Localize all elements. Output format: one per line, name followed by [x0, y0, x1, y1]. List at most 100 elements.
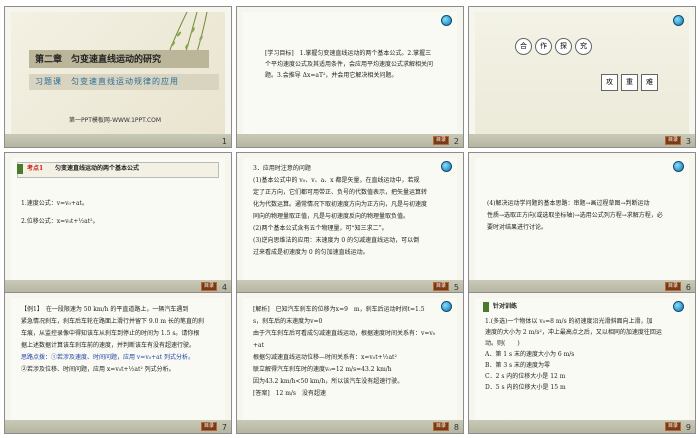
- text-line: 性质→选取正方向(或选取坐标轴)→选用公式列方程→求解方程，必: [487, 212, 663, 219]
- slide-thumbnail-9[interactable]: 针对训练 1.(多选)一个物体以 v₀=8 m/s 的初速度沿光滑斜面向上滑，加…: [468, 292, 696, 434]
- learning-objectives: [学习目标] 1.掌握匀变速直线运动的两个基本公式。2.掌握三 个平均速度公式及…: [265, 48, 455, 81]
- nav-dot-icon[interactable]: [441, 15, 452, 26]
- slide-footer: 1: [5, 134, 231, 147]
- title-char: 探: [555, 38, 572, 55]
- text-line: 同向的物理量取正值，凡是与初速度反向的物理量取负值。: [253, 213, 410, 220]
- practice-question: 1.(多选)一个物体以 v₀=8 m/s 的初速度沿光滑斜面向上滑，加 速度的大…: [485, 316, 683, 393]
- text-line: 要时对结果进行讨论。: [487, 224, 548, 231]
- text-line: 化为代数运算。通常情况下取初速度方向为正方向，凡是与初速度: [253, 201, 428, 208]
- slide-footer: 目录 3: [469, 134, 695, 147]
- text-line: ②若涉及位移、时间问题，应用 x=v₀t+½at² 列式分析。: [21, 366, 175, 373]
- topic-heading: 匀变速直线运动的两个基本公式: [55, 165, 140, 172]
- text-line: 动。则( ): [485, 340, 520, 347]
- option-d: D．5 s 内的位移大小是 15 m: [485, 384, 566, 391]
- title-char: 合: [515, 38, 532, 55]
- slide-footer: 目录 8: [237, 420, 463, 433]
- text-line: s，刹车后的末速度为v=0: [253, 318, 323, 325]
- slide-number: 3: [685, 137, 691, 146]
- nav-dot-icon[interactable]: [673, 161, 684, 172]
- slide-canvas: 合 作 探 究 攻 重 难: [475, 12, 689, 134]
- slide-canvas: 3．应用时注意的问题 (1)基本公式中的 v₀、v、a、x 都是矢量，在直线运动…: [243, 158, 457, 280]
- slide-canvas: 第二章 匀变速直线运动的研究 习题课 匀变速直线运动规律的应用 第一PPT模板网…: [11, 12, 225, 134]
- text-line: 因为43.2 km/h<50 km/h，所以该汽车没有超速行驶。: [253, 378, 404, 385]
- toc-button[interactable]: 目录: [664, 422, 681, 431]
- slide-thumbnail-8[interactable]: [解析] 已知汽车刹车的位移为x=9 m，刹车后运动时间t=1.5 s，刹车后的…: [236, 292, 464, 434]
- slide-canvas: 考点1 匀变速直线运动的两个基本公式 1.速度公式：v=v₀+at。 2.位移公…: [11, 158, 225, 280]
- slide-canvas: (4)解决运动学问题的基本思路：审题→画过程草图→判断运动 性质→选取正方向(或…: [475, 158, 689, 280]
- slide-thumbnail-6[interactable]: (4)解决运动学问题的基本思路：审题→画过程草图→判断运动 性质→选取正方向(或…: [468, 152, 696, 294]
- text-line: 定了正方向，它们都可用带正、负号的代数值表示，把矢量运算转: [253, 189, 428, 196]
- text-line: (2)两个基本公式含有五个物理量，可“知三求二”。: [253, 225, 388, 232]
- text-line: (3)逆向思维法的应用：末速度为 0 的匀减速直线运动，可以倒: [253, 237, 420, 244]
- text-line: [解析] 已知汽车刹车的位移为x=9 m，刹车后运动时间t=1.5: [253, 306, 425, 313]
- text-line: 1.(多选)一个物体以 v₀=8 m/s 的初速度沿光滑斜面向上滑，加: [485, 318, 653, 325]
- slide-canvas: 【例1】 在一段限速为 50 km/h 的平直道路上，一辆汽车遇到 紧急情况刹车…: [11, 298, 225, 420]
- slide-number: 8: [453, 423, 459, 432]
- slide-number: 4: [221, 283, 227, 292]
- text-line: 联立解得汽车刹车时的速度v₀=12 m/s=43.2 km/h: [253, 366, 392, 373]
- slide-number: 7: [221, 423, 227, 432]
- slide-thumbnail-5[interactable]: 3．应用时注意的问题 (1)基本公式中的 v₀、v、a、x 都是矢量，在直线运动…: [236, 152, 464, 294]
- answer-line: [答案] 12 m/s 没有超速: [253, 390, 327, 397]
- text-line: 据上述数据计算该车刹车前的速度，并判断该车有没有超速行驶。: [21, 342, 196, 349]
- example-block: 【例1】 在一段限速为 50 km/h 的平直道路上，一辆汽车遇到 紧急情况刹车…: [21, 304, 219, 376]
- title-char: 难: [641, 74, 658, 91]
- solution-block: [解析] 已知汽车刹车的位移为x=9 m，刹车后运动时间t=1.5 s，刹车后的…: [253, 304, 451, 400]
- slide-canvas: [学习目标] 1.掌握匀变速直线运动的两个基本公式。2.掌握三 个平均速度公式及…: [243, 12, 457, 134]
- slide-canvas: 针对训练 1.(多选)一个物体以 v₀=8 m/s 的初速度沿光滑斜面向上滑，加…: [475, 298, 689, 420]
- slide-thumbnail-4[interactable]: 考点1 匀变速直线运动的两个基本公式 1.速度公式：v=v₀+at。 2.位移公…: [4, 152, 232, 294]
- toc-button[interactable]: 目录: [432, 136, 449, 145]
- toc-button[interactable]: 目录: [664, 136, 681, 145]
- text-line: 紧急情况刹车，刹车后车轮在路面上滑行并留下 9.0 m 长的笔直的刹: [21, 318, 204, 325]
- slide-canvas: [解析] 已知汽车刹车的位移为x=9 m，刹车后运动时间t=1.5 s，刹车后的…: [243, 298, 457, 420]
- option-c: C．2 s 内的位移大小是 12 m: [485, 373, 566, 380]
- marker-icon: [17, 164, 23, 174]
- lesson-subtitle: 习题课 匀变速直线运动规律的应用: [35, 77, 179, 86]
- hint-line: 思路点拨：①若涉及速度、时间问题，应用 v=v₀+at 列式分析。: [21, 354, 195, 361]
- chapter-title: 第二章 匀变速直线运动的研究: [35, 55, 162, 65]
- formula-displacement: 2.位移公式：x=v₀t+½at²。: [21, 218, 99, 225]
- toc-button[interactable]: 目录: [664, 282, 681, 291]
- option-b: B．第 3 s 末的速度为零: [485, 362, 551, 369]
- slide-number: 6: [685, 283, 691, 292]
- nav-dot-icon[interactable]: [673, 15, 684, 26]
- text-line: (1)基本公式中的 v₀、v、a、x 都是矢量，在直线运动中，若规: [253, 177, 420, 184]
- text-line: 题。3.会推导 Δx=aT²，并会用它解决相关问题。: [265, 72, 398, 79]
- marker-icon: [483, 302, 489, 312]
- slide-footer: 目录 7: [5, 420, 231, 433]
- slide-number: 9: [685, 423, 691, 432]
- text-line: 由于汽车刹车后可看成匀减速直线运动，根据速度时间关系有：v=v₀: [253, 330, 436, 337]
- topic-tag: 考点1: [27, 165, 44, 172]
- watermark-url: 第一PPT模板网-WWW.1PPT.COM: [69, 117, 162, 124]
- toc-button[interactable]: 目录: [200, 422, 217, 431]
- text-line: 3．应用时注意的问题: [253, 165, 311, 172]
- text-line: 根据匀减速直线运动位移—时间关系有：x=v₀t+½at²: [253, 354, 397, 361]
- toc-button[interactable]: 目录: [432, 422, 449, 431]
- text-line: +at: [253, 342, 265, 349]
- slide-number: 1: [221, 137, 227, 146]
- slide-footer: 目录 9: [469, 420, 695, 433]
- slide-thumbnail-1[interactable]: 第二章 匀变速直线运动的研究 习题课 匀变速直线运动规律的应用 第一PPT模板网…: [4, 6, 232, 148]
- text-line: 个平均速度公式及其适用条件，会应用平均速度公式求解相关问: [265, 61, 434, 68]
- text-line: [学习目标] 1.掌握匀变速直线运动的两个基本公式。2.掌握三: [265, 50, 432, 57]
- title-char: 作: [535, 38, 552, 55]
- text-line: 速度的大小为 2 m/s²，冲上最高点之后，又以相同的加速度往回运: [485, 329, 662, 336]
- title-char: 攻: [601, 74, 618, 91]
- slide-footer: 目录 2: [237, 134, 463, 147]
- toc-button[interactable]: 目录: [200, 282, 217, 291]
- method-block: (4)解决运动学问题的基本思路：审题→画过程草图→判断运动 性质→选取正方向(或…: [487, 198, 683, 234]
- title-char: 究: [575, 38, 592, 55]
- text-line: 车痕，从监控录像中得知该车从刹车到停止的时间为 1.5 s。请你根: [21, 330, 200, 337]
- slide-thumbnail-7[interactable]: 【例1】 在一段限速为 50 km/h 的平直道路上，一辆汽车遇到 紧急情况刹车…: [4, 292, 232, 434]
- slide-thumbnail-3[interactable]: 合 作 探 究 攻 重 难 目录 3: [468, 6, 696, 148]
- toc-button[interactable]: 目录: [432, 282, 449, 291]
- option-a: A．第 1 s 末的速度大小为 6 m/s: [485, 351, 575, 358]
- notes-block: 3．应用时注意的问题 (1)基本公式中的 v₀、v、a、x 都是矢量，在直线运动…: [253, 163, 451, 259]
- text-line: 【例1】 在一段限速为 50 km/h 的平直道路上，一辆汽车遇到: [21, 306, 189, 313]
- text-line: (4)解决运动学问题的基本思路：审题→画过程草图→判断运动: [487, 200, 650, 207]
- slide-thumbnail-2[interactable]: [学习目标] 1.掌握匀变速直线运动的两个基本公式。2.掌握三 个平均速度公式及…: [236, 6, 464, 148]
- slide-number: 2: [453, 137, 459, 146]
- text-line: 过来看成是初速度为 0 的匀加速直线运动。: [253, 249, 369, 256]
- formula-velocity: 1.速度公式：v=v₀+at。: [21, 200, 88, 207]
- nav-dot-icon[interactable]: [673, 301, 684, 312]
